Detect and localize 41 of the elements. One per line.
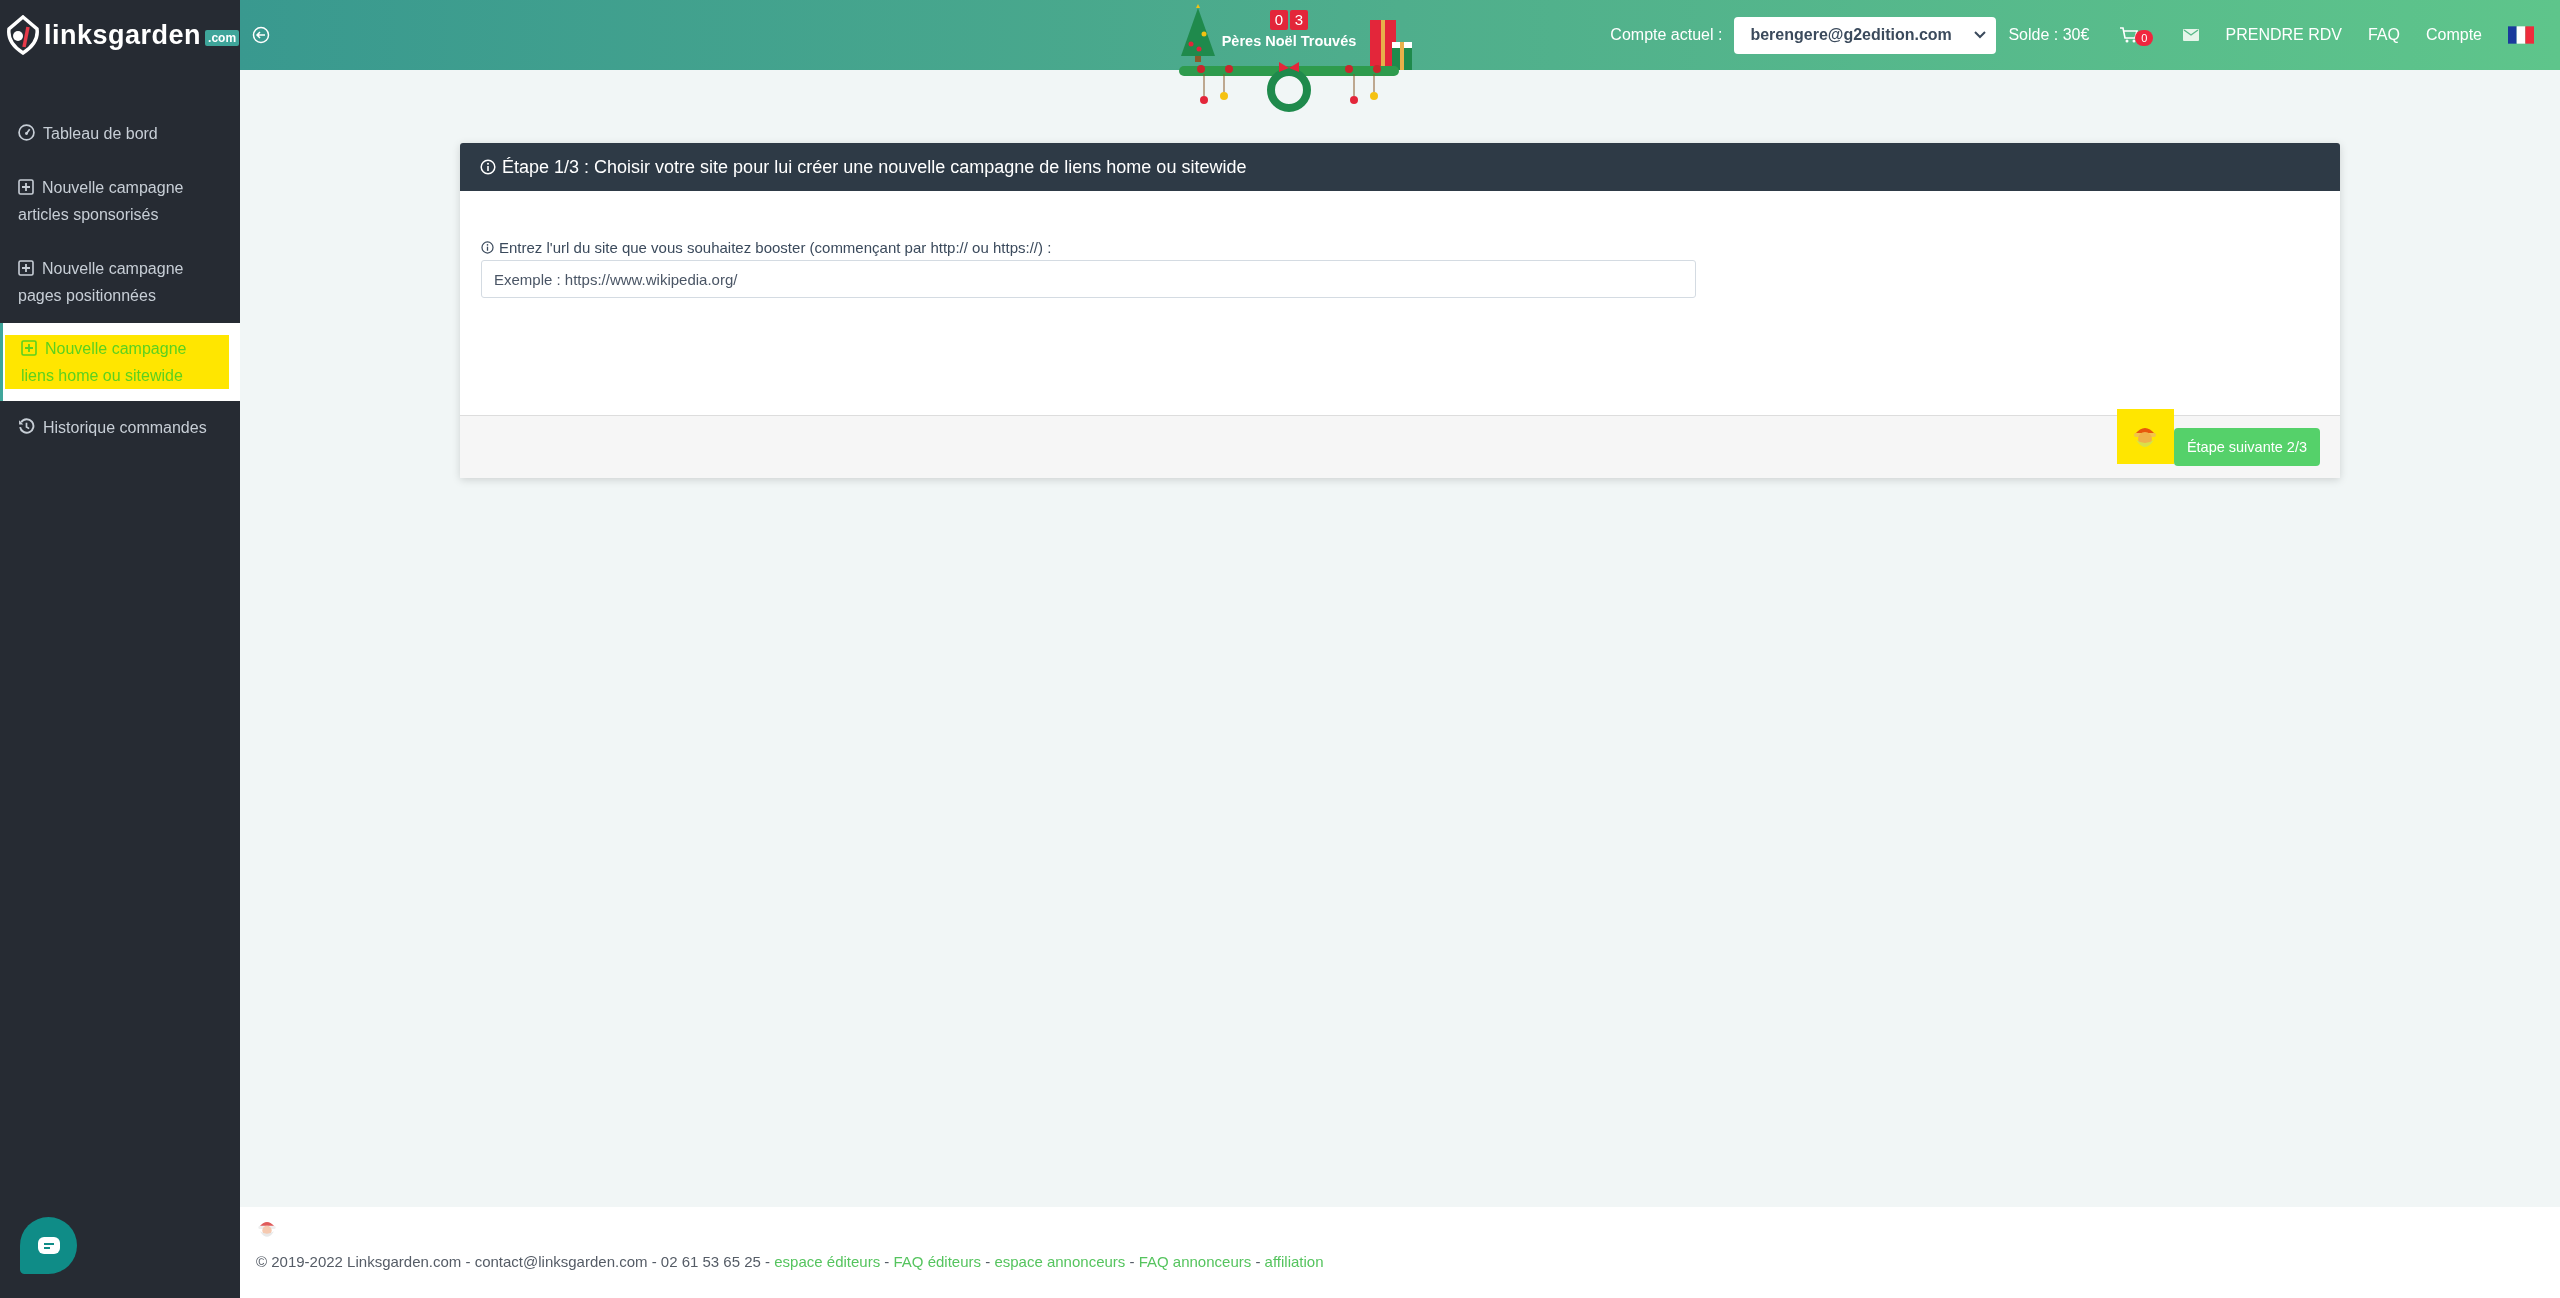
account-label: Compte actuel : — [1610, 26, 1723, 44]
nav-link[interactable]: FAQ — [2367, 26, 2400, 43]
info-icon — [481, 241, 494, 254]
info-icon — [480, 159, 496, 175]
plus-square-icon — [18, 260, 34, 276]
footer-link[interactable]: FAQ annonceurs — [1138, 1253, 1252, 1270]
chat-button[interactable] — [20, 1217, 77, 1274]
url-input-field[interactable]: Exemple : https://www.wikipedia.org/ — [481, 260, 1696, 298]
footer-text: © 2019-2022 Linksgarden.com - contact@linksgarden.com - 02 61 53 65 25 - espace éditeurs - FAQ éditeurs - espace annonceurs - FAQ annonceurs - affiliation — [256, 1253, 1325, 1270]
field-label: Entrez l'url du site que vous souhaitez booster (commençant par http:// ou https://) : — [499, 239, 1052, 256]
leaf-logo-icon — [6, 15, 40, 55]
collapse-sidebar-icon[interactable] — [252, 26, 270, 44]
account-select[interactable]: berengere@g2edition.com — [1734, 16, 1997, 54]
counter-digit: 0 — [1270, 10, 1288, 30]
sidebar-item[interactable]: Nouvelle campagne articles sponsorisés — [0, 161, 240, 242]
footer-link[interactable]: affiliation — [1264, 1253, 1324, 1270]
next-step-button[interactable]: Étape suivante 2/3 — [2173, 428, 2320, 466]
card-title: Étape 1/3 : Choisir votre site pour lui créer une nouvelle campagne de liens home ou sitewide — [502, 156, 1247, 178]
santas-found-label: Pères Noël Trouvés — [1221, 33, 1357, 49]
footer-link[interactable]: espace éditeurs — [774, 1253, 881, 1270]
cart-icon[interactable] — [2119, 26, 2140, 44]
counter-digit: 3 — [1290, 10, 1308, 30]
footer-link[interactable]: FAQ éditeurs — [893, 1253, 982, 1270]
balance-text: Solde : 30€ — [2008, 26, 2090, 44]
sidebar-item[interactable]: Tableau de bord — [0, 107, 240, 161]
footer-link[interactable]: espace annonceurs — [994, 1253, 1126, 1270]
sidebar-item[interactable]: Historique commandes — [0, 401, 240, 455]
plus-square-icon — [18, 179, 34, 195]
chat-icon — [36, 1235, 61, 1256]
nav-link[interactable]: PRENDRE RDV — [2225, 26, 2342, 43]
chevron-down-icon — [1974, 31, 1987, 39]
logo-text: linksgarden — [44, 19, 202, 51]
logo-domain-tag: .com — [205, 30, 240, 46]
nav-link[interactable]: Compte — [2425, 26, 2482, 43]
sidebar-item[interactable]: Nouvelle campagne pages positionnées — [0, 242, 240, 323]
cart-count-badge: 0 — [2135, 30, 2154, 46]
history-icon — [18, 418, 35, 435]
plus-square-icon — [21, 340, 37, 356]
dashboard-icon — [18, 124, 35, 141]
sidebar-item[interactable]: Nouvelle campagne liens home ou sitewide — [0, 323, 240, 401]
french-flag-icon[interactable] — [2508, 26, 2534, 44]
